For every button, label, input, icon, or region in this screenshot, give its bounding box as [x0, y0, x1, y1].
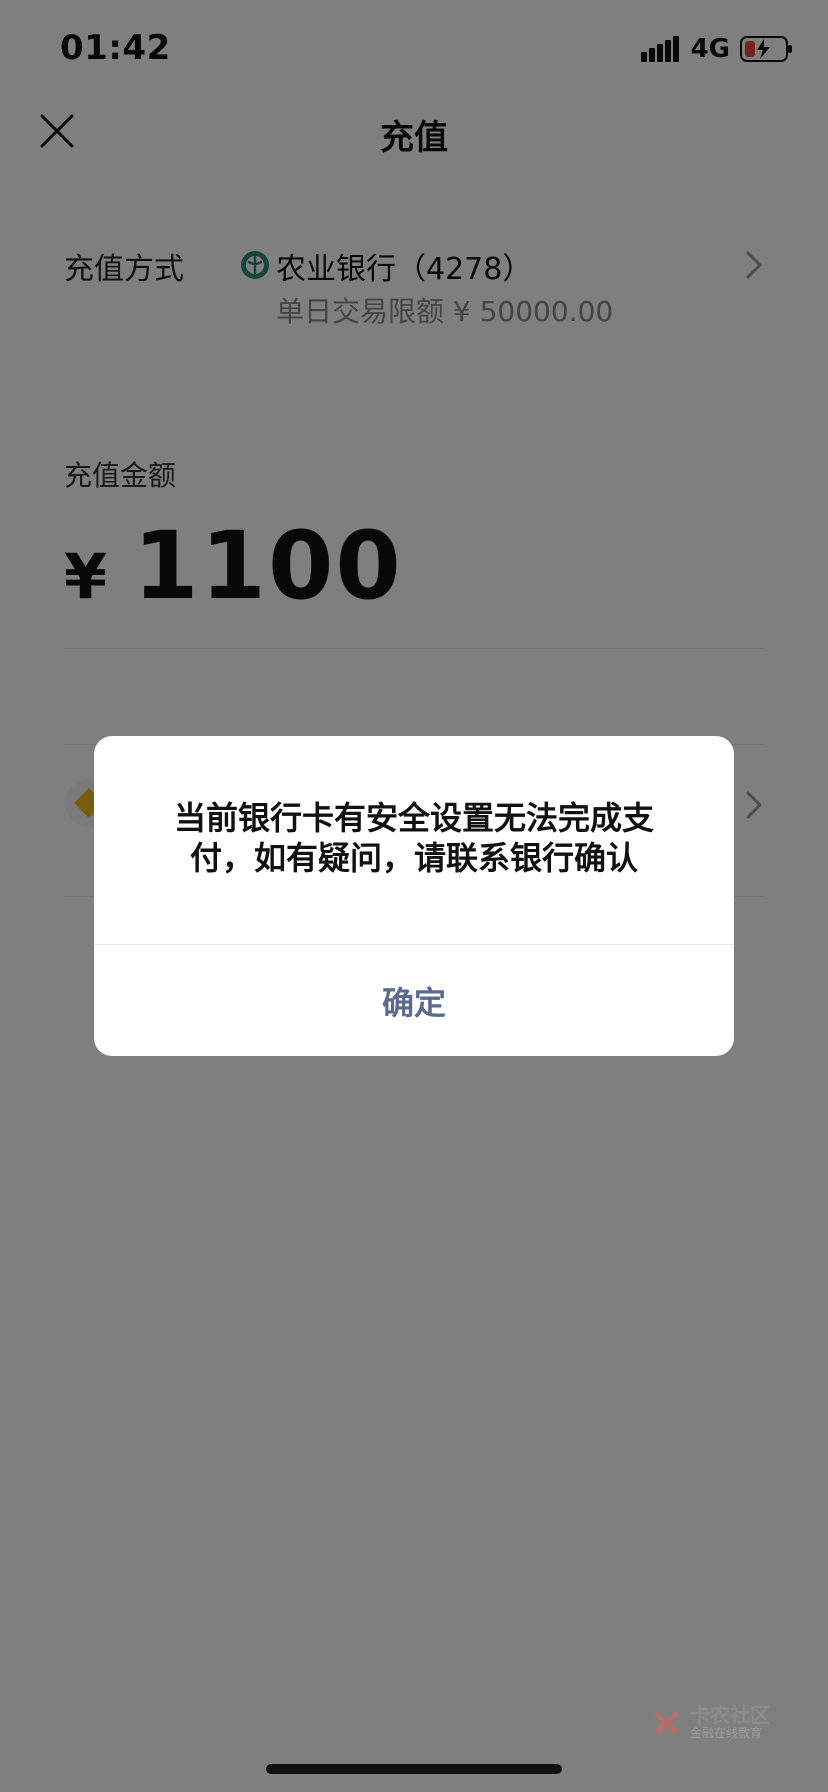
watermark-logo-icon — [654, 1710, 678, 1734]
watermark-subtitle: 金融在线教育 — [690, 1726, 763, 1740]
watermark: 卡农社区 金融在线教育 — [648, 1700, 778, 1744]
watermark-title: 卡农社区 — [690, 1703, 770, 1727]
alert-dialog: 当前银行卡有安全设置无法完成支 付，如有疑问，请联系银行确认 确定 — [94, 736, 734, 1056]
confirm-button[interactable]: 确定 — [94, 945, 734, 1056]
dialog-message-line-1: 当前银行卡有安全设置无法完成支 — [173, 799, 654, 837]
home-indicator[interactable] — [266, 1764, 562, 1774]
dialog-message-line-2: 付，如有疑问，请联系银行确认 — [189, 839, 638, 877]
dialog-message: 当前银行卡有安全设置无法完成支 付，如有疑问，请联系银行确认 — [134, 798, 694, 878]
watermark-text: 卡农社区 金融在线教育 — [690, 1705, 770, 1739]
